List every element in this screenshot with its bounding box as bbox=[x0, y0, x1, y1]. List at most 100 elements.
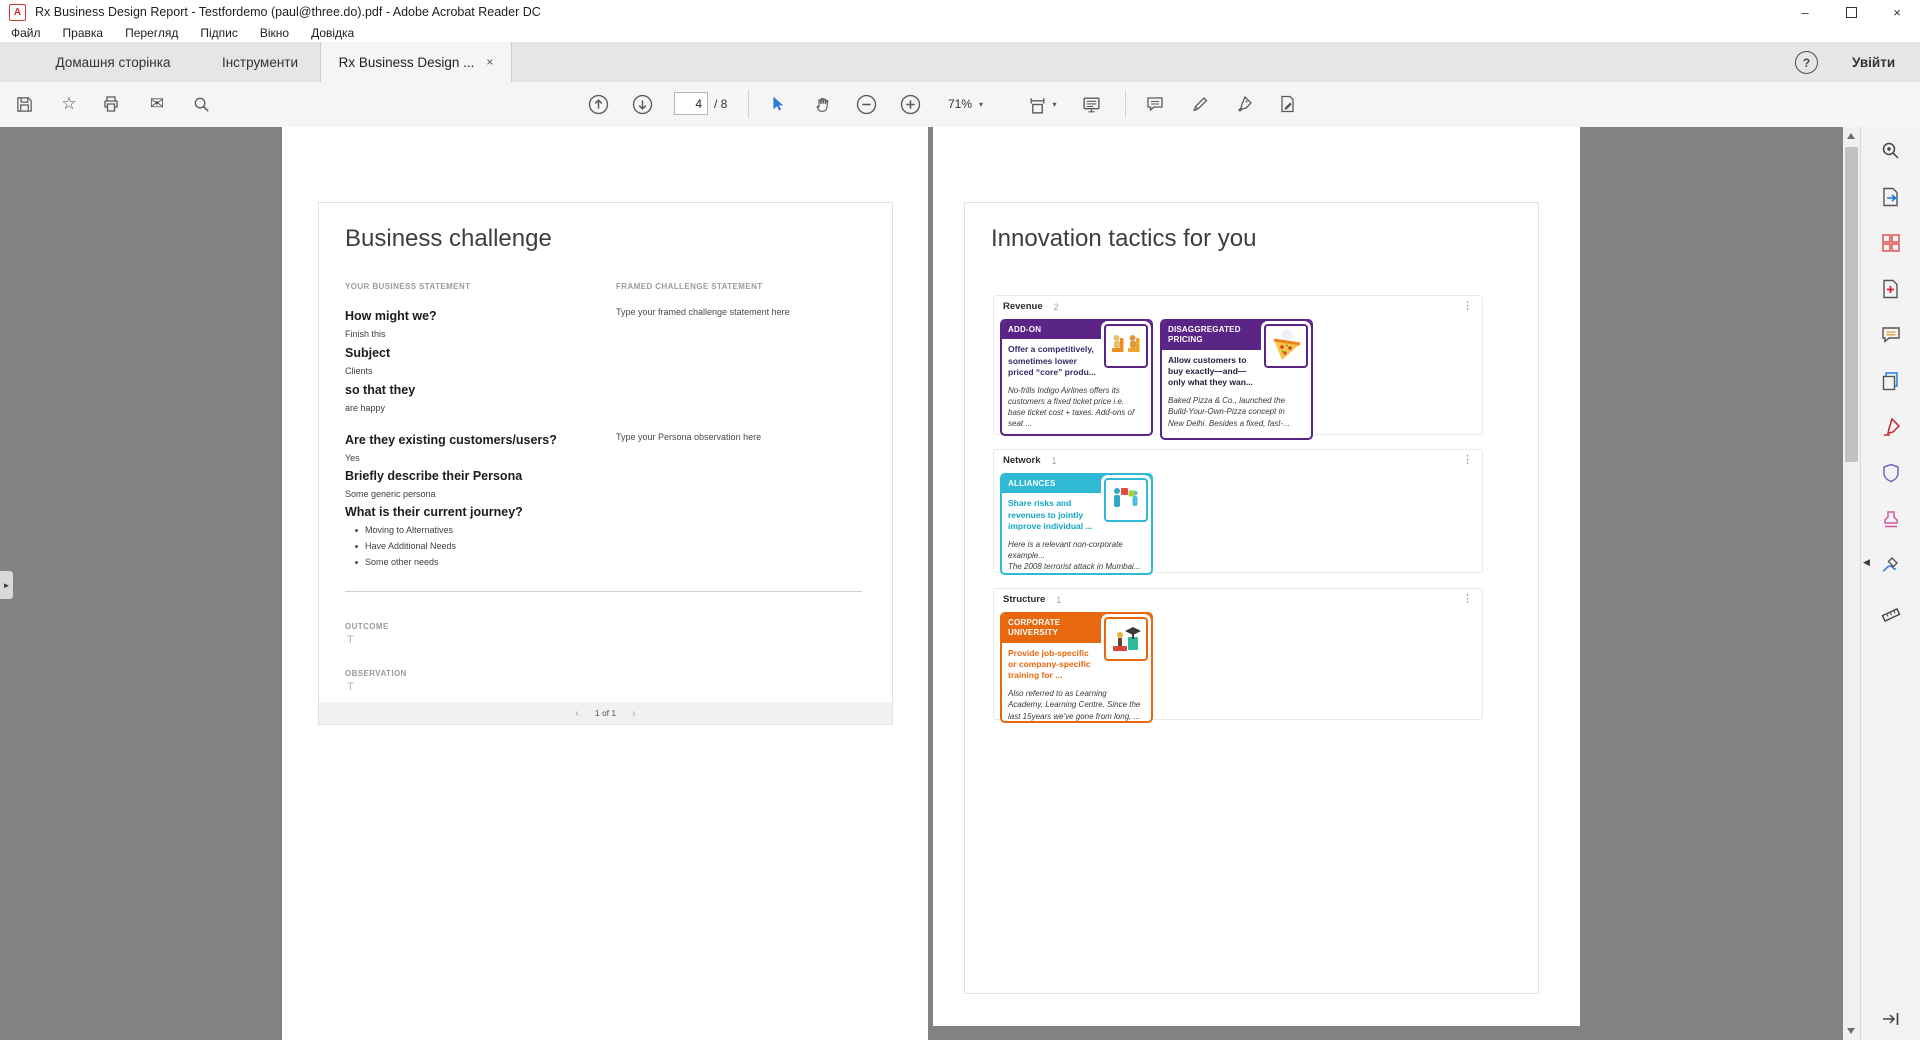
section-structure-header: Structure 1 ⋮ bbox=[994, 589, 1482, 606]
protect-tool-button[interactable] bbox=[1879, 461, 1903, 485]
menu-file[interactable]: Файл bbox=[0, 26, 52, 40]
page-number-input[interactable]: 4 bbox=[674, 92, 708, 115]
bullet-dot bbox=[355, 528, 358, 532]
pizza-icon bbox=[1264, 324, 1308, 368]
navigation-pane-toggle[interactable]: ► bbox=[0, 571, 13, 599]
save-button[interactable] bbox=[6, 82, 42, 126]
panel-collapse-icon[interactable]: ◀ bbox=[1863, 557, 1870, 568]
highlight-button[interactable] bbox=[1182, 82, 1218, 126]
scroll-up-icon[interactable] bbox=[1847, 133, 1855, 139]
framed-challenge-placeholder: Type your framed challenge statement her… bbox=[616, 307, 790, 317]
innovation-tactics-title: Innovation tactics for you bbox=[991, 225, 1257, 252]
tab-tools[interactable]: Інструменти bbox=[205, 42, 315, 82]
comment-icon bbox=[1147, 97, 1163, 112]
export-pdf-icon bbox=[1883, 187, 1898, 207]
maximize-button[interactable] bbox=[1828, 0, 1874, 24]
section-name: Structure bbox=[1003, 594, 1046, 605]
certificates-tool-button[interactable] bbox=[1879, 553, 1903, 577]
organize-pages-button[interactable] bbox=[1879, 231, 1903, 255]
tab-home[interactable]: Домашня сторінка bbox=[30, 42, 196, 82]
measure-icon bbox=[1881, 607, 1901, 622]
menu-window[interactable]: Вікно bbox=[249, 26, 300, 40]
previous-page-button[interactable] bbox=[580, 82, 616, 126]
sign-in-button[interactable]: Увійти bbox=[1852, 42, 1895, 82]
tab-document[interactable]: Rx Business Design ... × bbox=[320, 42, 512, 82]
answer-describe-persona: Some generic persona bbox=[345, 489, 436, 499]
minimize-button[interactable]: – bbox=[1782, 0, 1828, 24]
tactic-card-example: No-frills Indigo Airlines offers its cus… bbox=[1008, 386, 1135, 429]
email-button[interactable]: ✉ bbox=[139, 82, 175, 126]
create-pdf-button[interactable] bbox=[1879, 277, 1903, 301]
bullet-dot bbox=[355, 560, 358, 564]
section-count: 1 bbox=[1051, 455, 1057, 466]
maximize-icon bbox=[1845, 6, 1857, 18]
help-icon[interactable]: ? bbox=[1795, 51, 1818, 74]
star-button[interactable]: ☆ bbox=[51, 82, 87, 126]
print-button[interactable] bbox=[93, 82, 129, 126]
tactic-card-disaggregated-pricing: DISAGGREGATED PRICING Allow customers to… bbox=[1160, 319, 1313, 440]
search-tool-button[interactable] bbox=[1879, 139, 1903, 163]
stamp-icon bbox=[1884, 511, 1898, 528]
section-revenue-cards: ADD-ON Offer a competitively, sometimes … bbox=[1000, 319, 1482, 440]
section-structure-cards: CORPORATE UNIVERSITY Provide job-specifi… bbox=[1000, 612, 1482, 723]
menu-help[interactable]: Довідка bbox=[300, 26, 365, 40]
combine-files-button[interactable] bbox=[1879, 369, 1903, 393]
combine-files-icon bbox=[1882, 372, 1898, 391]
save-icon bbox=[16, 96, 32, 112]
open-tools-pane-button[interactable] bbox=[1879, 1007, 1903, 1031]
kebab-menu-icon: ⋮ bbox=[1462, 300, 1473, 312]
tactic-card-example: Also referred to as Learning Academy, Le… bbox=[1008, 689, 1141, 721]
page-down-icon bbox=[632, 94, 652, 114]
stamp-tool-button[interactable] bbox=[1879, 507, 1903, 531]
zoom-in-button[interactable] bbox=[892, 82, 928, 126]
menu-edit[interactable]: Правка bbox=[52, 26, 115, 40]
observation-label: OBSERVATION bbox=[345, 669, 407, 678]
hand-icon bbox=[816, 97, 828, 112]
menu-view[interactable]: Перегляд bbox=[114, 26, 189, 40]
panel-pagination: ‹ 1 of 1 › bbox=[319, 702, 892, 724]
menu-bar: Файл Правка Перегляд Підпис Вікно Довідк… bbox=[0, 24, 1920, 42]
organize-pages-icon bbox=[1882, 234, 1900, 252]
fill-sign-button[interactable] bbox=[1226, 82, 1262, 126]
section-structure: Structure 1 ⋮ CORPORATE UNIVERSITY Provi… bbox=[993, 588, 1483, 723]
zoom-out-icon bbox=[856, 94, 876, 114]
page-fit-dropdown[interactable]: ▾ bbox=[1018, 82, 1066, 126]
comment-button[interactable] bbox=[1137, 82, 1173, 126]
tab-document-label: Rx Business Design ... bbox=[338, 54, 475, 70]
business-challenge-panel: Business challenge YOUR BUSINESS STATEME… bbox=[318, 202, 893, 725]
pdf-page-right: Innovation tactics for you Revenue 2 ⋮ A… bbox=[933, 127, 1580, 1026]
journey-bullet: Moving to Alternatives bbox=[355, 525, 453, 535]
fill-sign-tool-button[interactable] bbox=[1879, 415, 1903, 439]
chevron-down-icon: ▾ bbox=[1052, 99, 1057, 109]
send-for-signature-button[interactable] bbox=[1270, 82, 1306, 126]
export-pdf-button[interactable] bbox=[1879, 185, 1903, 209]
tab-close-icon[interactable]: × bbox=[486, 55, 493, 69]
scroll-down-icon[interactable] bbox=[1847, 1028, 1855, 1034]
chevron-down-icon: ▾ bbox=[979, 99, 984, 109]
hand-tool-button[interactable] bbox=[804, 82, 840, 126]
vertical-scrollbar[interactable] bbox=[1843, 127, 1860, 1040]
business-statement-label: YOUR BUSINESS STATEMENT bbox=[345, 282, 471, 291]
tactic-card-corporate-university: CORPORATE UNIVERSITY Provide job-specifi… bbox=[1000, 612, 1153, 723]
measure-tool-button[interactable] bbox=[1879, 599, 1903, 623]
find-button[interactable] bbox=[183, 82, 219, 126]
zoom-out-button[interactable] bbox=[848, 82, 884, 126]
menu-sign[interactable]: Підпис bbox=[189, 26, 249, 40]
persona-observation-placeholder: Type your Persona observation here bbox=[616, 432, 762, 442]
shield-icon bbox=[1883, 463, 1899, 483]
reading-mode-icon bbox=[1082, 97, 1100, 112]
tactic-card-body: Offer a competitively, sometimes lower p… bbox=[1008, 344, 1096, 377]
scrollbar-thumb[interactable] bbox=[1845, 147, 1858, 462]
signature-pen-icon bbox=[1882, 557, 1898, 572]
section-network-header: Network 1 ⋮ bbox=[994, 450, 1482, 467]
chevron-right-icon: › bbox=[632, 707, 636, 719]
select-tool-button[interactable] bbox=[759, 82, 795, 126]
fit-width-icon bbox=[1031, 97, 1045, 114]
next-page-button[interactable] bbox=[624, 82, 660, 126]
tactic-card-example: Baked Pizza & Co., launched the Build-Yo… bbox=[1168, 396, 1290, 428]
tactic-card-add-on: ADD-ON Offer a competitively, sometimes … bbox=[1000, 319, 1153, 436]
close-button[interactable]: × bbox=[1874, 0, 1920, 24]
zoom-level-dropdown[interactable]: 71% ▾ bbox=[948, 82, 983, 126]
reading-mode-button[interactable] bbox=[1073, 82, 1109, 126]
comment-tool-button[interactable] bbox=[1879, 323, 1903, 347]
